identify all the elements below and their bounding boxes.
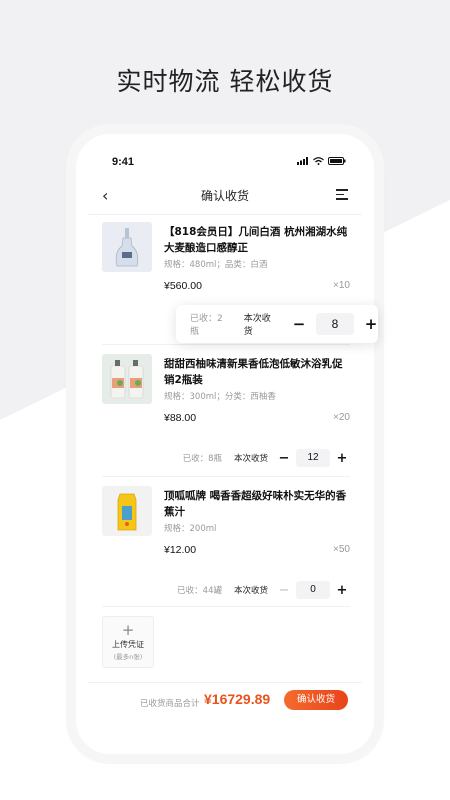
received-count: 已收：44罐 xyxy=(177,586,222,596)
bodywash-bottles-icon xyxy=(102,354,152,404)
battery-icon xyxy=(328,157,346,165)
quantity-stepper: − 8 + xyxy=(292,313,378,335)
status-icons xyxy=(297,157,346,165)
product-price: ¥560.00 xyxy=(164,280,202,292)
decrement-button[interactable]: − xyxy=(276,583,292,598)
product-image-juice xyxy=(102,486,152,536)
status-bar: 9:41 xyxy=(88,154,362,172)
upload-proof-button[interactable]: + 上传凭证 (最多n张) xyxy=(102,616,154,668)
juice-box-icon xyxy=(102,486,152,536)
receive-row: 已收：8瓶 本次收货 − 12 + xyxy=(183,449,350,467)
received-count: 已收：8瓶 xyxy=(182,454,222,464)
product-spec: 规格：480ml；品类：白酒 xyxy=(164,260,268,270)
quantity-stepper: − 0 + xyxy=(276,581,350,599)
headline: 实时物流 轻松收货 xyxy=(116,67,334,96)
decrement-button[interactable]: − xyxy=(292,315,306,333)
product-quantity: ×50 xyxy=(333,544,350,555)
item-divider xyxy=(102,606,350,607)
item-divider xyxy=(102,476,350,477)
increment-button[interactable]: + xyxy=(334,583,350,598)
product-item: 【818会员日】几间白酒 杭州湘湖水纯大麦酿造口感醇正 规格：480ml；品类：… xyxy=(102,222,350,372)
wifi-icon xyxy=(313,157,324,165)
this-receive-label: 本次收货 xyxy=(233,586,268,596)
plus-icon: + xyxy=(121,621,135,639)
product-price: ¥12.00 xyxy=(164,544,197,556)
increment-button[interactable]: + xyxy=(334,451,350,466)
receive-popup: 已收：2瓶 本次收货 − 8 + xyxy=(176,305,378,343)
decrement-button[interactable]: − xyxy=(276,451,292,466)
signal-icon xyxy=(297,157,308,165)
product-name: 顶呱呱牌 喝香香超级好味朴实无华的香蕉汁 xyxy=(164,490,347,518)
item-divider xyxy=(102,344,350,345)
product-image-liquor xyxy=(102,222,152,272)
product-spec: 规格：200ml xyxy=(164,524,217,534)
this-receive-label: 本次收货 xyxy=(243,314,271,337)
product-quantity: ×20 xyxy=(333,412,350,423)
product-image-bodywash xyxy=(102,354,152,404)
quantity-input[interactable]: 8 xyxy=(316,313,354,335)
product-price: ¥88.00 xyxy=(164,412,197,424)
product-item: 甜甜西柚味清新果香低泡低敏沐浴乳促销2瓶装 规格：300ml；分类：西柚香 ¥8… xyxy=(102,354,350,484)
quantity-stepper: − 12 + xyxy=(276,449,350,467)
total-amount: ¥16729.89 xyxy=(204,691,271,707)
phone-screen: 9:41 ‹ 确认收货 【818会员日】几间白酒 杭州湘湖水纯大麦酿造口感醇正 … xyxy=(88,146,362,742)
quantity-input[interactable]: 0 xyxy=(296,581,330,599)
upload-label: 上传凭证 xyxy=(112,640,144,649)
menu-icon[interactable] xyxy=(336,189,348,203)
receive-row: 已收：44罐 本次收货 − 0 + xyxy=(177,581,350,599)
footer-divider xyxy=(88,682,362,683)
total-label: 已收货商品合计 xyxy=(140,699,200,709)
upload-limit: (最多n张) xyxy=(113,653,143,661)
product-item: 顶呱呱牌 喝香香超级好味朴实无华的香蕉汁 规格：200ml ¥12.00 ×50… xyxy=(102,486,350,616)
status-time: 9:41 xyxy=(112,156,135,168)
footer-bar: 已收货商品合计 ¥16729.89 确认收货 xyxy=(88,686,362,716)
quantity-input[interactable]: 12 xyxy=(296,449,330,467)
nav-divider xyxy=(88,214,362,215)
increment-button[interactable]: + xyxy=(364,315,378,333)
page-title: 确认收货 xyxy=(200,189,249,203)
received-count: 已收：2瓶 xyxy=(190,314,223,337)
nav-bar: ‹ 确认收货 xyxy=(88,184,362,208)
product-name: 甜甜西柚味清新果香低泡低敏沐浴乳促销2瓶装 xyxy=(164,358,343,386)
this-receive-label: 本次收货 xyxy=(233,454,268,464)
confirm-receipt-button[interactable]: 确认收货 xyxy=(284,690,348,710)
product-name: 【818会员日】几间白酒 杭州湘湖水纯大麦酿造口感醇正 xyxy=(164,226,348,254)
product-spec: 规格：300ml；分类：西柚香 xyxy=(164,392,276,402)
product-quantity: ×10 xyxy=(333,280,350,291)
bottle-icon xyxy=(102,222,152,272)
